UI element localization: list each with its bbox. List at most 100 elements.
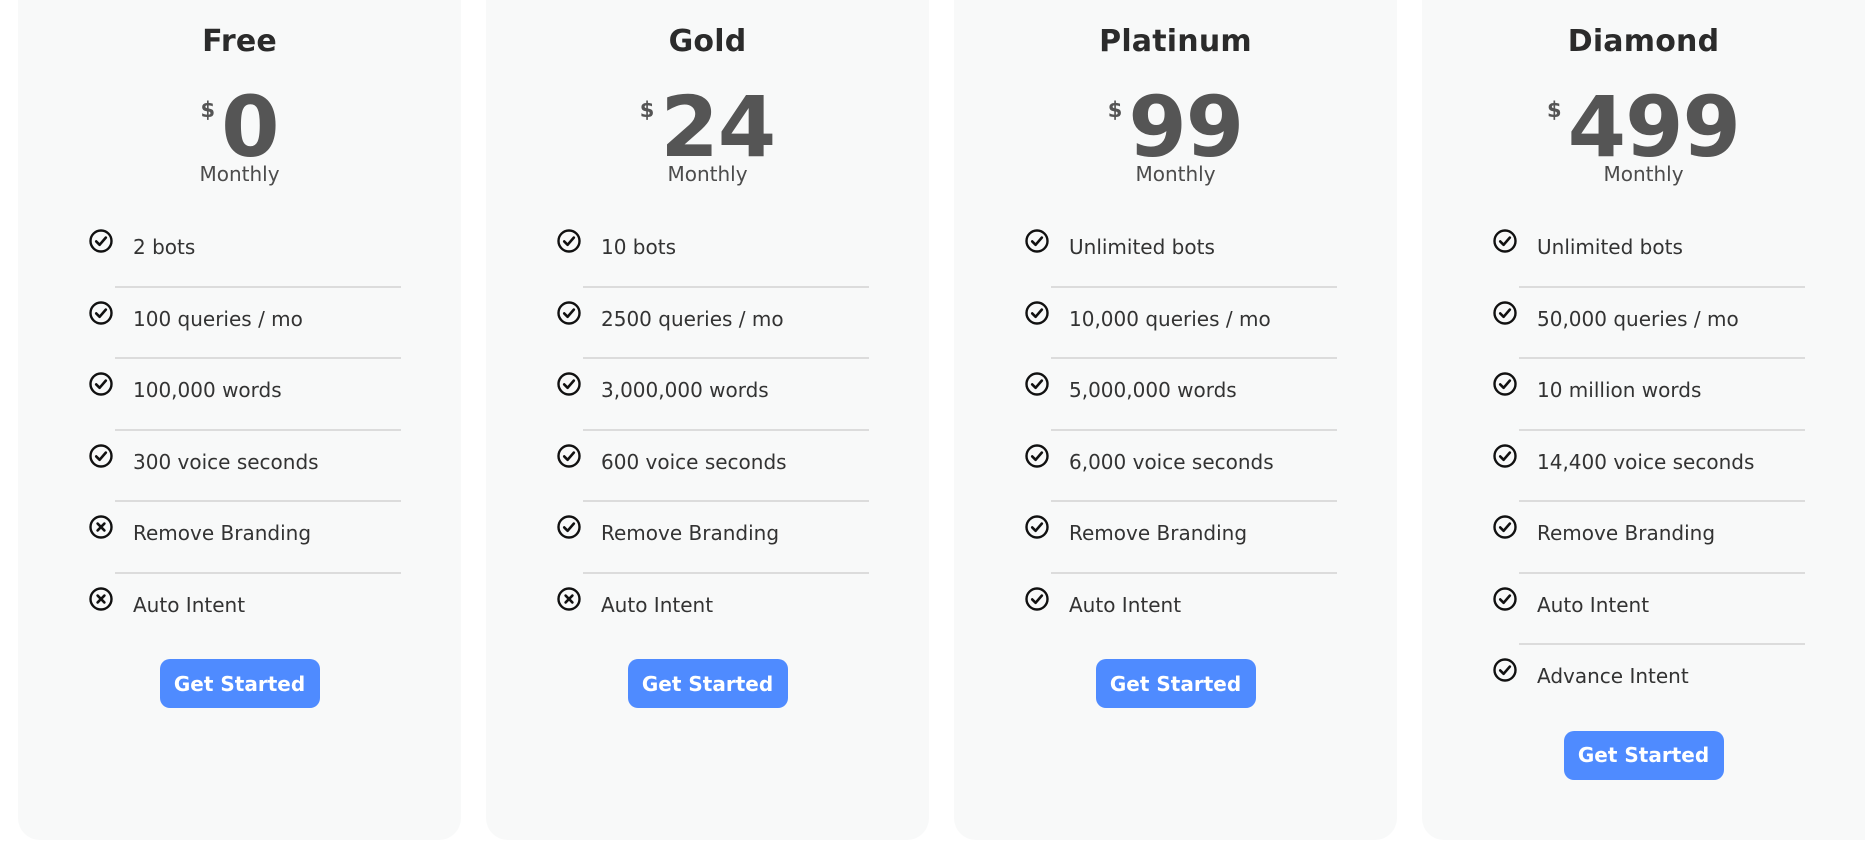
billing-period: Monthly — [199, 162, 280, 186]
check-circle-icon — [1024, 228, 1050, 254]
check-circle-icon — [556, 443, 582, 469]
feature-item: 3,000,000 words — [486, 359, 929, 431]
feature-item: 10,000 queries / mo — [954, 288, 1397, 359]
feature-item: 300 voice seconds — [18, 431, 461, 502]
check-circle-icon — [556, 228, 582, 254]
feature-item: 50,000 queries / mo — [1422, 288, 1865, 359]
currency-symbol: $ — [639, 98, 655, 122]
currency-symbol: $ — [1547, 98, 1562, 122]
feature-label: 10 million words — [1537, 378, 1702, 402]
plan-price: $ 499 — [1547, 85, 1741, 169]
plan-title: Free — [202, 24, 277, 59]
check-circle-icon — [1492, 657, 1518, 683]
get-started-button[interactable]: Get Started — [1563, 730, 1724, 780]
feature-item: Unlimited bots — [1422, 216, 1865, 288]
feature-label: 10 bots — [601, 235, 676, 259]
get-started-button[interactable]: Get Started — [1095, 659, 1256, 708]
x-circle-icon — [88, 586, 114, 612]
check-circle-icon — [556, 371, 582, 397]
get-started-button[interactable]: Get Started — [627, 659, 788, 708]
feature-list: 10 bots 2500 queries / mo 3,000,000 word… — [486, 216, 929, 645]
feature-item: 2500 queries / mo — [486, 288, 929, 359]
check-circle-icon — [1492, 228, 1518, 254]
feature-item: 5,000,000 words — [954, 359, 1397, 431]
billing-period: Monthly — [1135, 162, 1216, 186]
feature-label: 6,000 voice seconds — [1069, 449, 1274, 474]
check-circle-icon — [88, 300, 114, 326]
check-circle-icon — [1024, 443, 1050, 469]
feature-label: 5,000,000 words — [1069, 378, 1237, 402]
billing-period: Monthly — [1603, 162, 1684, 186]
feature-list: 2 bots 100 queries / mo 100,000 words 30… — [18, 216, 461, 645]
feature-label: 100 queries / mo — [133, 306, 303, 331]
feature-list: Unlimited bots 10,000 queries / mo 5,000… — [954, 216, 1397, 645]
pricing-plans: Free $ 0 Monthly 2 bots 100 queries / mo… — [18, 0, 1865, 840]
plan-price: $ 24 — [639, 85, 777, 169]
check-circle-icon — [88, 443, 114, 469]
pricing-card-free: Free $ 0 Monthly 2 bots 100 queries / mo… — [18, 0, 461, 840]
check-circle-icon — [1492, 586, 1518, 612]
check-circle-icon — [1492, 443, 1518, 469]
feature-item: Advance Intent — [1422, 645, 1865, 717]
feature-label: Remove Branding — [1537, 521, 1716, 545]
plan-price: $ 0 — [200, 85, 279, 169]
feature-label: Auto Intent — [133, 592, 246, 617]
check-circle-icon — [88, 371, 114, 397]
feature-list: Unlimited bots 50,000 queries / mo 10 mi… — [1422, 216, 1865, 717]
price-amount: 0 — [221, 78, 279, 176]
feature-item: 10 million words — [1422, 359, 1865, 431]
feature-item: Remove Branding — [954, 502, 1397, 574]
feature-label: 2 bots — [133, 235, 196, 259]
check-circle-icon — [556, 300, 582, 326]
feature-item: Remove Branding — [486, 502, 929, 574]
feature-item: Remove Branding — [18, 502, 461, 574]
feature-label: 10,000 queries / mo — [1069, 306, 1271, 331]
feature-item: Remove Branding — [1422, 502, 1865, 574]
feature-item: 100 queries / mo — [18, 288, 461, 359]
check-circle-icon — [88, 228, 114, 254]
feature-label: Auto Intent — [1537, 592, 1650, 617]
feature-item: Unlimited bots — [954, 216, 1397, 288]
feature-label: Unlimited bots — [1537, 235, 1683, 259]
get-started-button[interactable]: Get Started — [159, 659, 320, 708]
feature-label: 50,000 queries / mo — [1537, 306, 1739, 331]
currency-symbol: $ — [200, 98, 216, 122]
feature-item: 600 voice seconds — [486, 431, 929, 502]
feature-label: Auto Intent — [601, 592, 714, 617]
pricing-card-diamond: Diamond $ 499 Monthly Unlimited bots 50,… — [1422, 0, 1865, 840]
check-circle-icon — [556, 514, 582, 540]
feature-label: 14,400 voice seconds — [1537, 449, 1755, 474]
plan-title: Diamond — [1567, 24, 1720, 59]
price-amount: 24 — [660, 78, 776, 176]
feature-label: 100,000 words — [133, 378, 282, 402]
pricing-card-gold: Gold $ 24 Monthly 10 bots 2500 queries /… — [486, 0, 929, 840]
feature-item: 100,000 words — [18, 359, 461, 431]
feature-label: Remove Branding — [601, 521, 780, 545]
feature-item: 14,400 voice seconds — [1422, 431, 1865, 502]
x-circle-icon — [556, 586, 582, 612]
feature-label: Unlimited bots — [1069, 235, 1215, 259]
check-circle-icon — [1492, 371, 1518, 397]
feature-item: 6,000 voice seconds — [954, 431, 1397, 502]
feature-item: 10 bots — [486, 216, 929, 288]
feature-item: Auto Intent — [486, 574, 929, 646]
feature-label: 3,000,000 words — [601, 378, 769, 402]
feature-label: Remove Branding — [133, 521, 312, 545]
check-circle-icon — [1024, 586, 1050, 612]
check-circle-icon — [1492, 300, 1518, 326]
billing-period: Monthly — [667, 162, 748, 186]
feature-item: Auto Intent — [1422, 574, 1865, 645]
plan-title: Gold — [668, 24, 747, 59]
check-circle-icon — [1492, 514, 1518, 540]
currency-symbol: $ — [1107, 98, 1123, 122]
feature-label: Auto Intent — [1069, 592, 1182, 617]
feature-label: 2500 queries / mo — [601, 306, 784, 331]
feature-item: 2 bots — [18, 216, 461, 288]
feature-item: Auto Intent — [18, 574, 461, 646]
check-circle-icon — [1024, 514, 1050, 540]
check-circle-icon — [1024, 300, 1050, 326]
plan-price: $ 99 — [1107, 85, 1245, 169]
feature-label: Advance Intent — [1537, 664, 1689, 688]
price-amount: 99 — [1128, 78, 1244, 176]
check-circle-icon — [1024, 371, 1050, 397]
